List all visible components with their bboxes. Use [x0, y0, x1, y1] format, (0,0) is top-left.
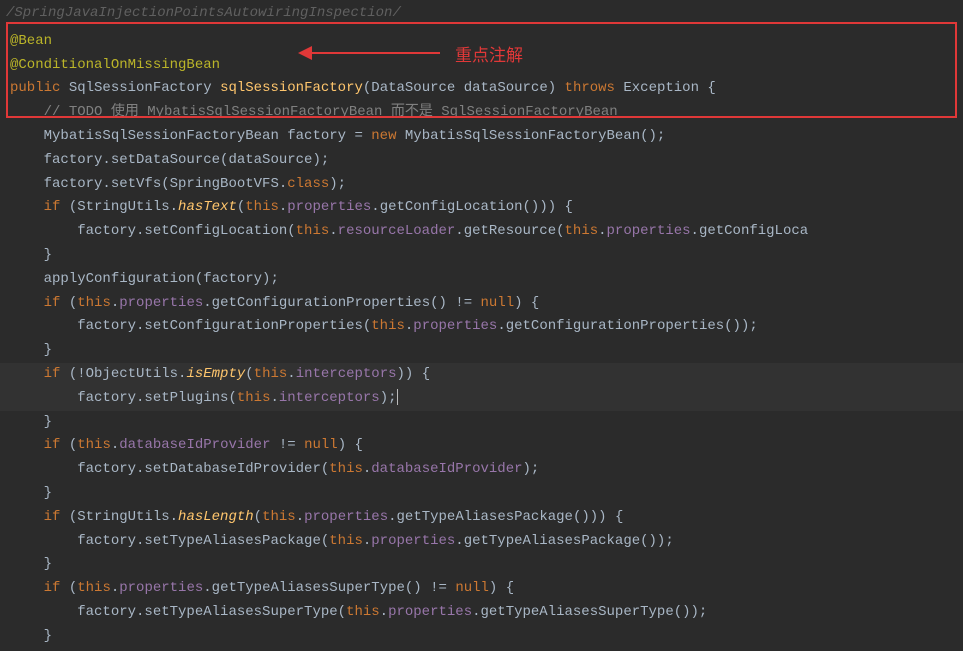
code-line: }	[0, 482, 963, 506]
code-line: MybatisSqlSessionFactoryBean factory = n…	[0, 125, 963, 149]
highlight-arrow	[300, 52, 440, 54]
code-line: factory.setDatabaseIdProvider(this.datab…	[0, 458, 963, 482]
highlight-label: 重点注解	[455, 42, 523, 71]
code-line-caret: factory.setPlugins(this.interceptors);	[0, 387, 963, 411]
code-line: if (this.databaseIdProvider != null) {	[0, 434, 963, 458]
code-line: if (this.properties.getTypeAliasesSuperT…	[0, 577, 963, 601]
code-line: }	[0, 411, 963, 435]
code-line: factory.setConfigurationProperties(this.…	[0, 315, 963, 339]
code-line: factory.setConfigLocation(this.resourceL…	[0, 220, 963, 244]
code-line: if (!ObjectUtils.isEmpty(this.intercepto…	[0, 363, 963, 387]
code-editor[interactable]: @Bean @ConditionalOnMissingBean public S…	[0, 28, 963, 651]
code-line: public SqlSessionFactory sqlSessionFacto…	[0, 77, 963, 101]
code-line: factory.setDataSource(dataSource);	[0, 149, 963, 173]
code-line: factory.setVfs(SpringBootVFS.class);	[0, 173, 963, 197]
code-line: }	[0, 244, 963, 268]
text-caret	[397, 389, 398, 405]
code-line: }	[0, 553, 963, 577]
code-line: if (StringUtils.hasText(this.properties.…	[0, 196, 963, 220]
code-line: applyConfiguration(factory);	[0, 268, 963, 292]
code-line: }	[0, 339, 963, 363]
code-line: // TODO 使用 MybatisSqlSessionFactoryBean …	[0, 101, 963, 125]
code-line: }	[0, 625, 963, 649]
code-line: factory.setTypeAliasesSuperType(this.pro…	[0, 601, 963, 625]
code-line: if (StringUtils.hasLength(this.propertie…	[0, 506, 963, 530]
code-line: factory.setTypeAliasesPackage(this.prope…	[0, 530, 963, 554]
breadcrumb: /SpringJavaInjectionPointsAutowiringInsp…	[0, 0, 963, 28]
code-line: if (this.properties.getConfigurationProp…	[0, 292, 963, 316]
